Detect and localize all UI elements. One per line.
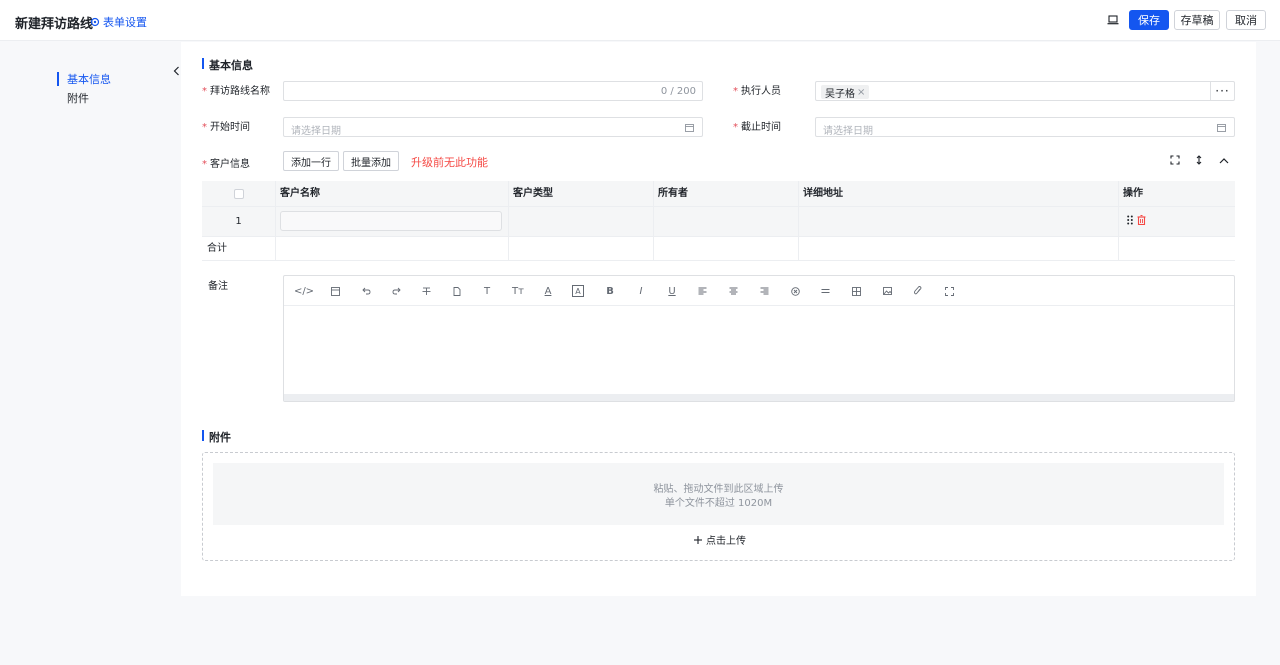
char-counter: 0 / 200 — [660, 86, 696, 97]
cancel-button[interactable]: 取消 — [1226, 10, 1266, 30]
table-cell[interactable] — [798, 207, 1118, 236]
calendar-icon — [1217, 124, 1226, 132]
drop-hint: 粘贴、拖动文件到此区域上传 — [653, 484, 784, 495]
remark-label: 备注 — [208, 281, 228, 292]
upload-button[interactable]: 点击上传 — [694, 532, 746, 547]
save-draft-button[interactable]: 存草稿 — [1174, 10, 1220, 30]
size-limit-hint: 单个文件不超过 1020M — [664, 498, 773, 509]
chevron-up-icon[interactable] — [1218, 154, 1230, 166]
form-settings-link[interactable]: 表单设置 — [90, 14, 147, 30]
table-cell[interactable] — [653, 207, 798, 236]
route-name-input[interactable]: 0 / 200 — [283, 81, 703, 101]
end-time-picker[interactable]: 请选择日期 — [815, 117, 1235, 137]
italic-icon[interactable]: I — [635, 285, 647, 297]
table-cell — [508, 237, 653, 260]
section-title-basic-info: 基本信息 — [202, 57, 253, 73]
table-total-row: 合计 — [202, 237, 1235, 261]
table-row: 1 — [202, 207, 1235, 237]
row-height-icon[interactable] — [1193, 154, 1205, 166]
calendar-icon — [685, 124, 694, 132]
editor-scrollbar[interactable] — [284, 394, 1234, 401]
upload-area[interactable]: 粘贴、拖动文件到此区域上传 单个文件不超过 1020M 点击上传 — [202, 452, 1235, 561]
section-title-attachment: 附件 — [202, 429, 231, 445]
undo-icon[interactable] — [360, 285, 372, 297]
form-card: 基本信息 * 拜访路线名称 0 / 200 * 执行人员 吴子格 × ··· * 开始… — [181, 42, 1256, 596]
bold-icon[interactable]: B — [604, 285, 616, 297]
chevron-left-icon — [173, 66, 179, 76]
remove-tag-icon[interactable]: × — [857, 87, 865, 98]
image-icon[interactable] — [881, 285, 893, 297]
table-header: 客户名称 客户类型 所有者 详细地址 操作 — [202, 181, 1235, 207]
background-color-icon[interactable]: A — [572, 285, 584, 297]
executor-label: * 执行人员 — [733, 86, 781, 97]
plus-icon — [694, 535, 702, 544]
start-time-picker[interactable]: 请选择日期 — [283, 117, 703, 137]
customer-name-input[interactable] — [280, 211, 502, 231]
column-header: 详细地址 — [798, 181, 843, 207]
batch-add-button[interactable]: 批量添加 — [343, 151, 399, 171]
column-header: 操作 — [1118, 181, 1235, 207]
table-cell — [1118, 237, 1235, 260]
font-size-icon[interactable]: Tт — [512, 285, 524, 297]
section-nav: 基本信息 附件 — [57, 70, 111, 108]
divider-icon[interactable] — [819, 285, 831, 297]
column-header: 客户类型 — [508, 181, 553, 207]
executor-tag: 吴子格 × — [821, 85, 870, 100]
gear-icon — [90, 17, 100, 27]
align-left-icon[interactable] — [696, 285, 708, 297]
start-time-label: * 开始时间 — [202, 122, 250, 133]
upgrade-note: 升级前无此功能 — [411, 156, 488, 169]
drag-handle-icon[interactable] — [1127, 214, 1133, 228]
total-label: 合计 — [207, 243, 227, 254]
top-bar: 新建拜访路线 表单设置 保存 存草稿 取消 — [0, 0, 1280, 41]
table-cell — [275, 207, 508, 236]
code-icon[interactable]: </> — [294, 285, 314, 297]
laptop-icon — [1107, 15, 1119, 25]
customer-table: 客户名称 客户类型 所有者 详细地址 操作 1 合计 — [202, 181, 1235, 261]
fullscreen-icon[interactable] — [1169, 154, 1181, 166]
add-row-button[interactable]: 添加一行 — [283, 151, 339, 171]
align-center-icon[interactable] — [727, 285, 739, 297]
column-header: 客户名称 — [275, 181, 320, 207]
customer-info-label: * 客户信息 — [202, 159, 250, 170]
form-settings-label: 表单设置 — [103, 16, 147, 29]
attachment-icon[interactable] — [912, 285, 924, 297]
heading-icon[interactable]: T — [481, 285, 493, 297]
table-cell — [275, 237, 508, 260]
redo-icon[interactable] — [390, 285, 402, 297]
actions-cell — [1118, 207, 1235, 236]
executor-select[interactable]: 吴子格 × ··· — [815, 81, 1235, 101]
fullscreen-icon[interactable] — [943, 285, 955, 297]
table-icon[interactable] — [850, 285, 862, 297]
route-name-label: * 拜访路线名称 — [202, 86, 270, 97]
nav-item-attachment[interactable]: 附件 — [57, 89, 111, 108]
underline-icon[interactable]: U — [666, 285, 678, 297]
table-cell — [653, 237, 798, 260]
more-options-button[interactable]: ··· — [1210, 82, 1234, 100]
font-color-icon[interactable]: A — [542, 285, 554, 297]
document-icon[interactable] — [451, 285, 463, 297]
column-header: 所有者 — [653, 181, 688, 207]
align-right-icon[interactable] — [758, 285, 770, 297]
row-index: 1 — [202, 207, 275, 236]
clear-format-icon[interactable] — [789, 285, 801, 297]
select-all-checkbox[interactable] — [234, 189, 244, 199]
editor-toolbar: </> T Tт A A B I U — [284, 276, 1234, 306]
page-title: 新建拜访路线 — [15, 17, 94, 32]
nav-item-basic-info[interactable]: 基本信息 — [57, 70, 111, 89]
device-preview-button[interactable] — [1104, 12, 1122, 28]
remark-editor[interactable]: </> T Tт A A B I U — [283, 275, 1235, 402]
template-icon[interactable] — [329, 285, 341, 297]
end-time-label: * 截止时间 — [733, 122, 781, 133]
drop-zone[interactable]: 粘贴、拖动文件到此区域上传 单个文件不超过 1020M — [213, 463, 1224, 525]
strikethrough-icon[interactable] — [420, 285, 432, 297]
table-cell — [798, 237, 1118, 260]
table-cell[interactable] — [508, 207, 653, 236]
trash-icon[interactable] — [1137, 214, 1146, 228]
save-button[interactable]: 保存 — [1129, 10, 1169, 30]
